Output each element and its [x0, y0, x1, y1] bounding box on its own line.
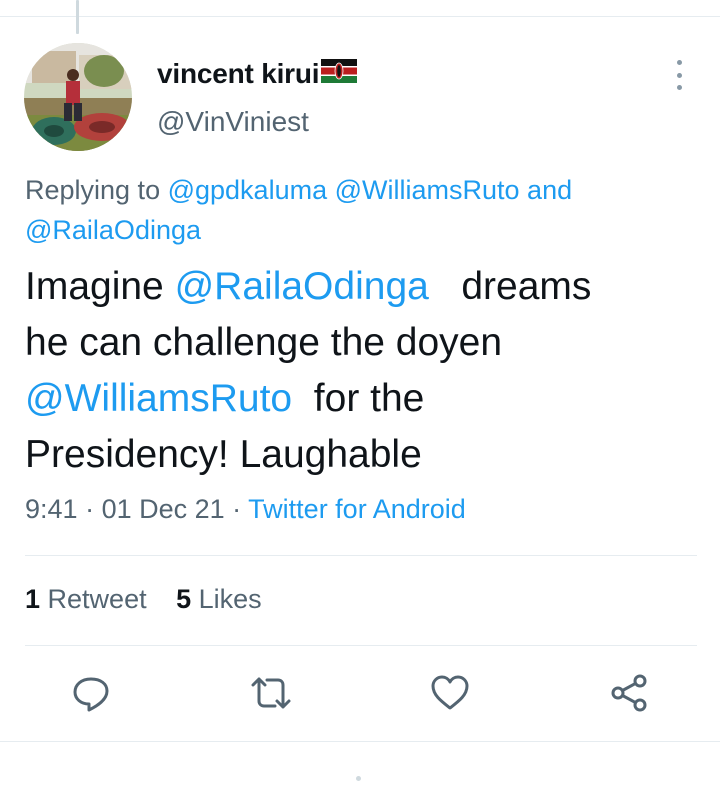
avatar[interactable] [24, 43, 132, 151]
mention-link[interactable]: @WilliamsRuto [25, 377, 292, 420]
avatar-photo-icon [24, 43, 132, 151]
tweet-text: Imagine @RailaOdinga dreams he can chall… [25, 259, 695, 483]
user-handle[interactable]: @VinViniest [157, 106, 309, 138]
page-indicator-dot [356, 776, 361, 781]
mention-link[interactable]: @RailaOdinga [175, 265, 429, 308]
reply-context: Replying to @gpdkaluma @WilliamsRuto and… [25, 170, 665, 250]
mention-link[interactable]: @RailaOdinga [25, 215, 201, 245]
likes-stat[interactable]: 5 Likes [176, 584, 262, 614]
mention-link[interactable]: @WilliamsRuto [335, 175, 520, 205]
reply-button[interactable] [69, 671, 113, 715]
meta-separator: · [224, 494, 249, 524]
retweet-label: Retweet [40, 584, 147, 614]
retweets-stat[interactable]: 1 Retweet [25, 584, 147, 614]
comment-icon [73, 677, 109, 712]
likes-label: Likes [191, 584, 262, 614]
heart-icon [431, 675, 469, 710]
thread-connector-line [76, 0, 79, 34]
meta-separator: · [77, 494, 102, 524]
divider [25, 555, 697, 556]
tweet-meta: 9:41 · 01 Dec 21 · Twitter for Android [25, 494, 466, 525]
divider [0, 741, 720, 742]
retweet-icon [251, 677, 291, 709]
divider [25, 645, 697, 646]
mention-link[interactable]: @gpdkaluma [168, 175, 328, 205]
share-button[interactable] [608, 671, 652, 715]
retweet-count: 1 [25, 584, 41, 614]
top-divider [0, 16, 720, 17]
display-name-row[interactable]: vincent kirui [157, 58, 358, 90]
tweet-time: 9:41 [25, 494, 78, 524]
retweet-button[interactable] [249, 671, 293, 715]
source-link[interactable]: Twitter for Android [248, 494, 466, 524]
display-name: vincent kirui [157, 58, 320, 89]
and-label[interactable]: and [520, 175, 572, 205]
tweet-text-part: Imagine [25, 265, 175, 308]
share-icon [611, 674, 647, 712]
engagement-stats: 1 Retweet 5 Likes [25, 584, 262, 615]
replying-to-label: Replying to [25, 175, 168, 205]
like-count: 5 [176, 584, 192, 614]
more-vertical-icon[interactable] [672, 60, 686, 90]
kenya-flag-icon [321, 58, 358, 90]
like-button[interactable] [428, 671, 472, 715]
tweet-date: 01 Dec 21 [101, 494, 225, 524]
